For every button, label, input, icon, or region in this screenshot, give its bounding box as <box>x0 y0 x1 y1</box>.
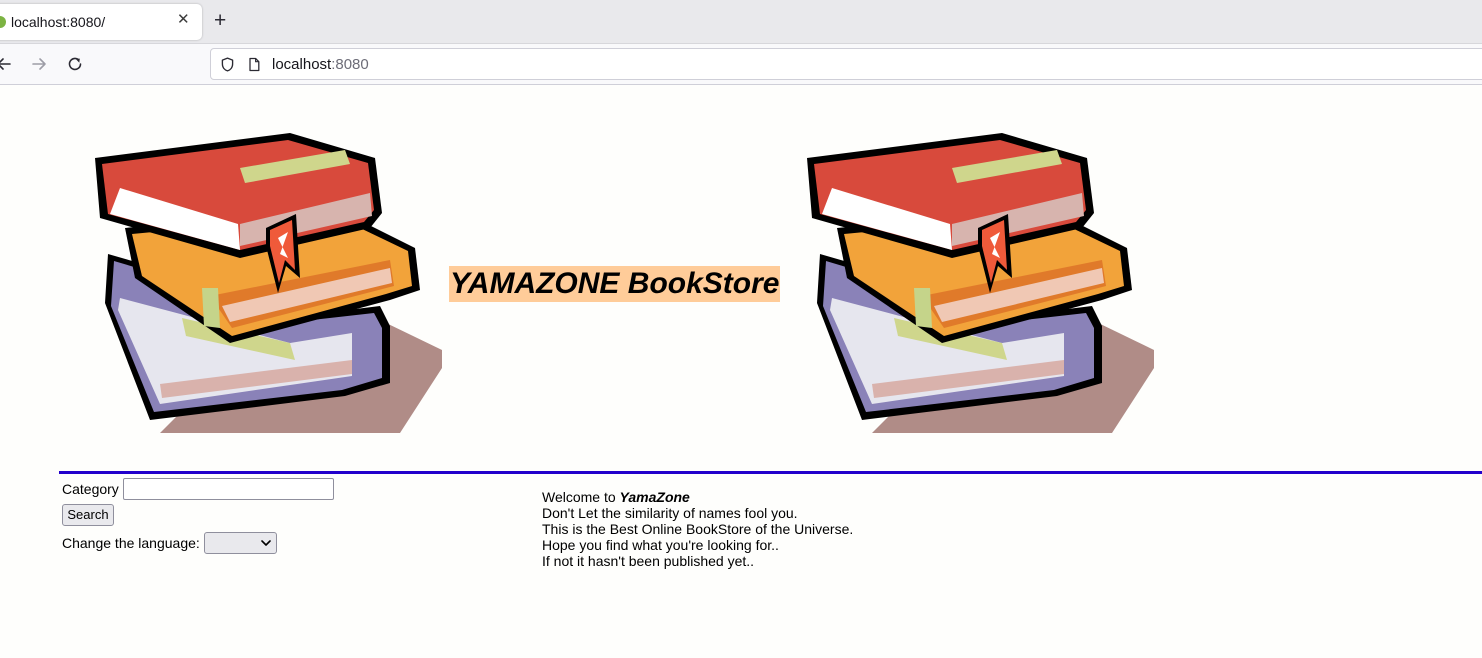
reload-icon[interactable] <box>65 54 85 74</box>
books-stack-image-left <box>95 133 442 433</box>
category-label: Category <box>62 481 119 497</box>
search-button[interactable]: Search <box>62 504 114 526</box>
language-label: Change the language: <box>62 535 200 551</box>
active-tab[interactable]: localhost:8080/ ✕ <box>0 4 202 40</box>
url-text[interactable]: localhost:8080 <box>272 56 369 73</box>
welcome-text-line: If not it hasn't been published yet.. <box>542 553 755 569</box>
books-stack-image-right <box>807 133 1154 433</box>
shield-icon[interactable] <box>219 56 236 73</box>
navigation-bar: localhost:8080 <box>0 44 1482 85</box>
language-select[interactable] <box>204 532 277 554</box>
header-divider <box>59 471 1482 474</box>
url-host: localhost <box>272 56 332 73</box>
close-icon[interactable]: ✕ <box>177 12 190 28</box>
favicon-icon <box>0 16 6 28</box>
page-title: YAMAZONE BookStore <box>449 266 781 302</box>
welcome-message: Welcome to YamaZone Don't Let the simila… <box>542 489 853 569</box>
new-tab-icon[interactable]: + <box>214 10 226 32</box>
welcome-text-line: Don't Let the similarity of names fool y… <box>542 505 798 521</box>
url-port: :8080 <box>331 56 369 73</box>
back-icon[interactable] <box>0 54 14 74</box>
page-icon[interactable] <box>246 56 262 73</box>
forward-icon[interactable] <box>29 54 49 74</box>
address-bar[interactable]: localhost:8080 <box>210 48 1482 80</box>
tab-bar: localhost:8080/ ✕ + <box>0 0 1482 44</box>
tab-title: localhost:8080/ <box>11 14 106 30</box>
welcome-prefix: Welcome to <box>542 489 620 505</box>
brand-name: YamaZone <box>619 489 690 505</box>
chevron-down-icon <box>261 540 271 546</box>
welcome-text-line: This is the Best Online BookStore of the… <box>542 521 854 537</box>
welcome-line: Welcome to YamaZone <box>542 489 853 505</box>
category-input[interactable] <box>123 478 334 500</box>
welcome-text-line: Hope you find what you're looking for.. <box>542 537 779 553</box>
